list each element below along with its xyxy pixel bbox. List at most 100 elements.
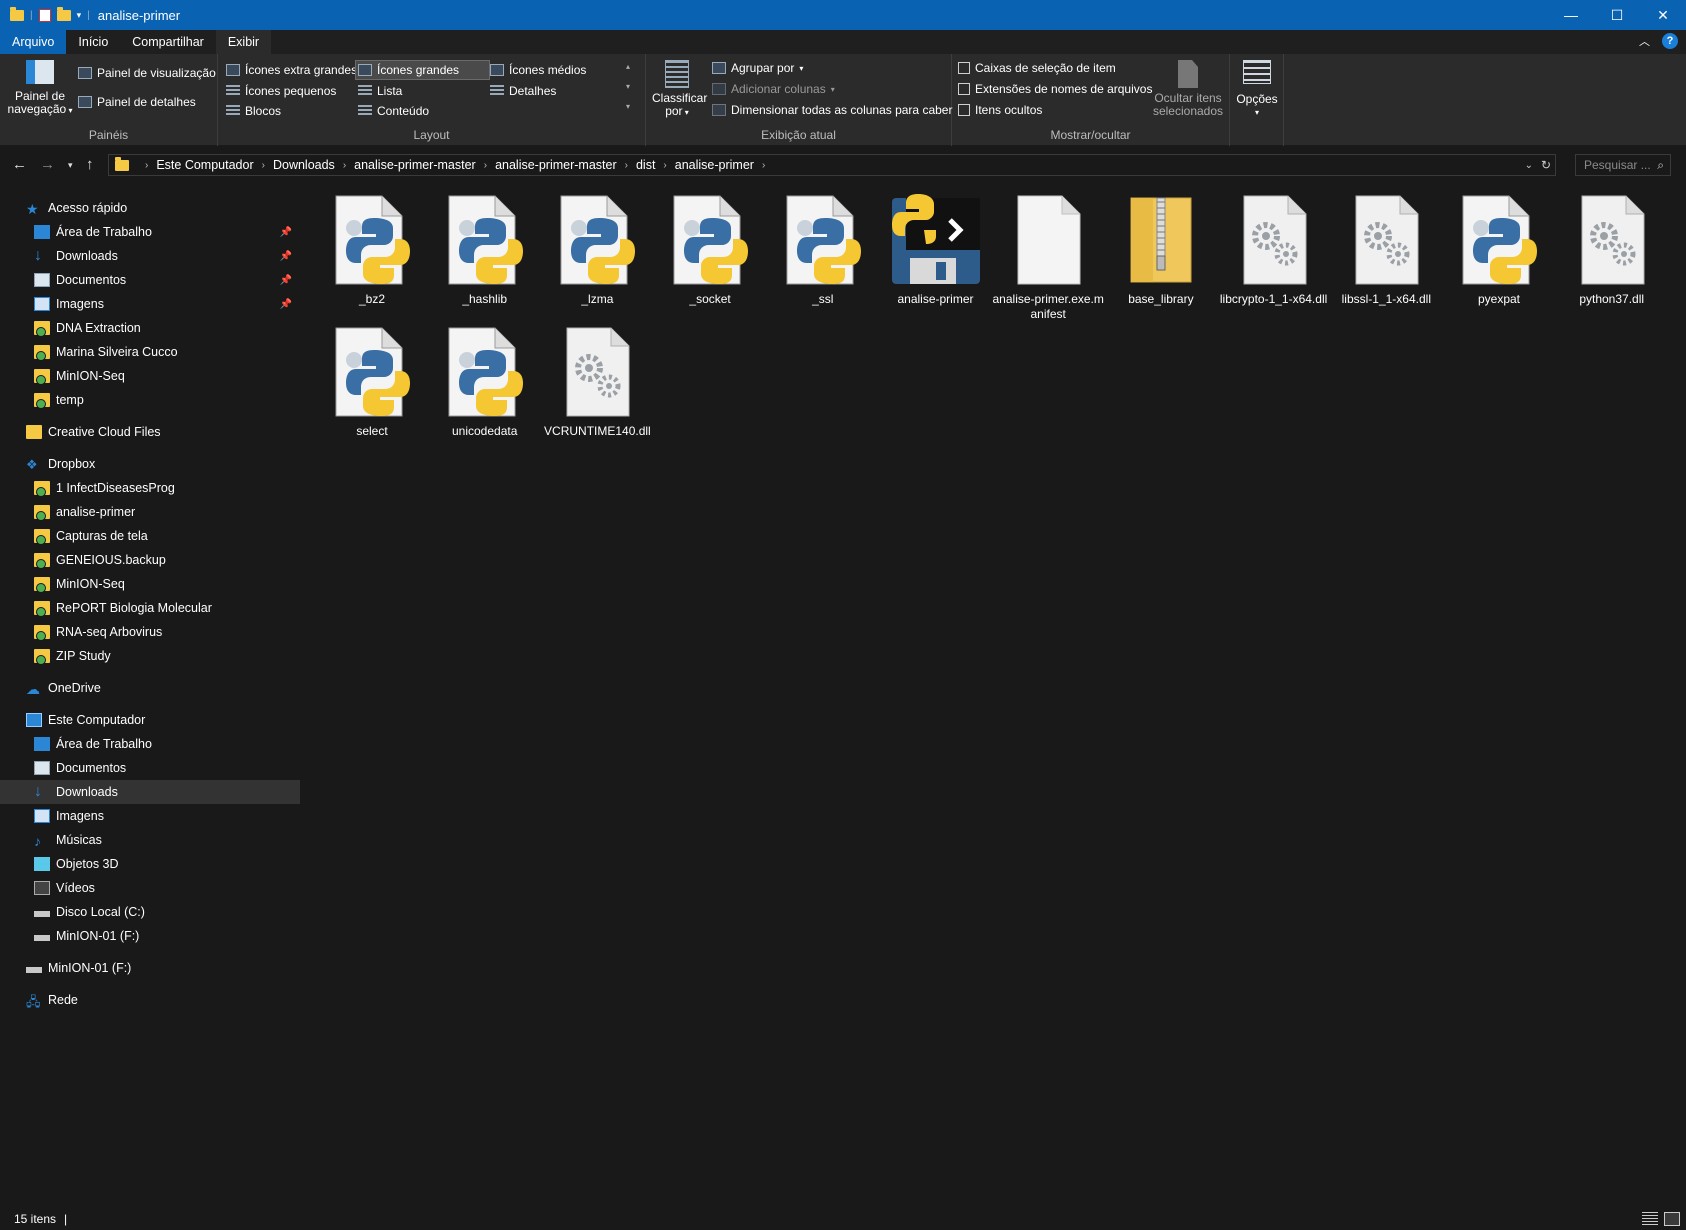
chevron-right-icon[interactable]: ›: [343, 160, 346, 171]
back-icon[interactable]: ←: [12, 156, 27, 173]
details-view-icon[interactable]: [1642, 1212, 1658, 1226]
chevron-right-icon[interactable]: ›: [262, 160, 265, 171]
nav-minion-seq[interactable]: MinION-Seq: [0, 364, 300, 388]
file-extensions-toggle[interactable]: Extensões de nomes de arquivos: [958, 82, 1152, 96]
nav-dropbox-item[interactable]: 1 InfectDiseasesProg: [0, 476, 300, 500]
address-dropdown-icon[interactable]: ⌄: [1525, 160, 1533, 171]
search-input[interactable]: Pesquisar ... ⌕: [1575, 154, 1671, 176]
tab-share[interactable]: Compartilhar: [120, 30, 216, 54]
nav-pc-minion-drive[interactable]: MinION-01 (F:): [0, 924, 300, 948]
forward-icon[interactable]: →: [40, 156, 55, 173]
breadcrumb-item[interactable]: analise-primer: [675, 158, 754, 172]
layout-content[interactable]: Conteúdo: [358, 104, 429, 118]
size-columns-button[interactable]: Dimensionar todas as colunas para caber: [712, 103, 952, 117]
layout-medium-icons[interactable]: Ícones médios: [490, 63, 586, 77]
address-bar[interactable]: › Este Computador › Downloads › analise-…: [108, 154, 1556, 176]
details-pane-button[interactable]: Painel de detalhes: [78, 95, 196, 109]
options-button[interactable]: Opções ▾: [1234, 60, 1280, 119]
nav-creative-cloud[interactable]: Creative Cloud Files: [0, 420, 300, 444]
breadcrumb-item[interactable]: Este Computador: [156, 158, 253, 172]
tab-file[interactable]: Arquivo: [0, 30, 67, 54]
file-item[interactable]: base_library: [1105, 192, 1217, 307]
nav-desktop[interactable]: Área de Trabalho 📌: [0, 220, 300, 244]
chevron-right-icon[interactable]: ›: [484, 160, 487, 171]
layout-details[interactable]: Detalhes: [490, 84, 556, 98]
collapse-ribbon-icon[interactable]: ︿: [1639, 33, 1650, 49]
nav-dropbox-item[interactable]: RePORT Biologia Molecular: [0, 596, 300, 620]
file-item[interactable]: select: [316, 324, 428, 439]
checkbox[interactable]: [958, 104, 970, 116]
nav-quick-access[interactable]: ★ Acesso rápido: [0, 196, 300, 220]
add-columns-button[interactable]: Adicionar colunas ▾: [712, 82, 835, 96]
file-item[interactable]: unicodedata: [429, 324, 541, 439]
nav-pictures[interactable]: Imagens 📌: [0, 292, 300, 316]
chevron-right-icon[interactable]: ›: [625, 160, 628, 171]
file-item[interactable]: _bz2: [316, 192, 428, 307]
file-item[interactable]: analise-primer: [880, 192, 992, 307]
file-item[interactable]: analise-primer.exe.manifest: [992, 192, 1104, 322]
new-folder-icon[interactable]: [56, 6, 71, 21]
file-item[interactable]: python37.dll: [1556, 192, 1668, 307]
file-item[interactable]: libssl-1_1-x64.dll: [1330, 192, 1442, 307]
nav-dropbox-item[interactable]: RNA-seq Arbovirus: [0, 620, 300, 644]
nav-pc-downloads[interactable]: ↓ Downloads: [0, 780, 300, 804]
nav-dropbox-item[interactable]: ZIP Study: [0, 644, 300, 668]
breadcrumb-item[interactable]: Downloads: [273, 158, 335, 172]
checkbox[interactable]: [958, 83, 970, 95]
chevron-right-icon[interactable]: ›: [663, 160, 666, 171]
minimize-button[interactable]: —: [1548, 0, 1594, 30]
file-item[interactable]: libcrypto-1_1-x64.dll: [1218, 192, 1330, 307]
nav-pc-3d-objects[interactable]: Objetos 3D: [0, 852, 300, 876]
nav-documents[interactable]: Documentos 📌: [0, 268, 300, 292]
help-icon[interactable]: ?: [1662, 33, 1678, 49]
nav-marina[interactable]: Marina Silveira Cucco: [0, 340, 300, 364]
nav-pc-music[interactable]: ♪ Músicas: [0, 828, 300, 852]
large-icons-view-icon[interactable]: [1664, 1212, 1680, 1226]
nav-pc-desktop[interactable]: Área de Trabalho: [0, 732, 300, 756]
preview-pane-button[interactable]: Painel de visualização: [78, 66, 216, 80]
layout-expand-icon[interactable]: ▾: [626, 102, 630, 111]
nav-downloads[interactable]: ↓ Downloads 📌: [0, 244, 300, 268]
nav-dropbox-item[interactable]: MinION-Seq: [0, 572, 300, 596]
layout-list[interactable]: Lista: [358, 84, 402, 98]
breadcrumb-item[interactable]: analise-primer-master: [354, 158, 476, 172]
breadcrumb-item[interactable]: analise-primer-master: [495, 158, 617, 172]
tab-home[interactable]: Início: [66, 30, 120, 54]
file-item[interactable]: _socket: [654, 192, 766, 307]
recent-locations-icon[interactable]: ▾: [68, 160, 73, 171]
layout-scroll-up-icon[interactable]: ▴: [626, 62, 630, 71]
nav-dropbox-item[interactable]: analise-primer: [0, 500, 300, 524]
layout-extra-large-icons[interactable]: Ícones extra grandes: [226, 63, 357, 77]
sort-by-button[interactable]: Classificar por ▾: [652, 60, 707, 119]
search-icon[interactable]: ⌕: [1657, 158, 1664, 173]
nav-pc-videos[interactable]: Vídeos: [0, 876, 300, 900]
nav-this-pc[interactable]: Este Computador: [0, 708, 300, 732]
up-icon[interactable]: ↑: [86, 156, 94, 173]
nav-minion-drive[interactable]: MinION-01 (F:): [0, 956, 300, 980]
nav-dropbox-item[interactable]: GENEIOUS.backup: [0, 548, 300, 572]
nav-dropbox-item[interactable]: Capturas de tela: [0, 524, 300, 548]
refresh-icon[interactable]: ↻: [1541, 158, 1551, 172]
layout-small-icons[interactable]: Ícones pequenos: [226, 84, 336, 98]
file-item[interactable]: VCRUNTIME140.dll: [541, 324, 653, 439]
breadcrumb-item[interactable]: dist: [636, 158, 655, 172]
close-button[interactable]: ✕: [1640, 0, 1686, 30]
item-checkboxes-toggle[interactable]: Caixas de seleção de item: [958, 61, 1116, 75]
nav-onedrive[interactable]: ☁ OneDrive: [0, 676, 300, 700]
maximize-button[interactable]: ☐: [1594, 0, 1640, 30]
nav-pc-documents[interactable]: Documentos: [0, 756, 300, 780]
file-item[interactable]: pyexpat: [1443, 192, 1555, 307]
checkbox[interactable]: [958, 62, 970, 74]
hidden-items-toggle[interactable]: Itens ocultos: [958, 103, 1042, 117]
file-item[interactable]: _ssl: [767, 192, 879, 307]
layout-scroll-down-icon[interactable]: ▾: [626, 82, 630, 91]
group-by-button[interactable]: Agrupar por ▾: [712, 61, 803, 75]
layout-tiles[interactable]: Blocos: [226, 104, 281, 118]
tab-view[interactable]: Exibir: [215, 30, 272, 54]
nav-dna-extraction[interactable]: DNA Extraction: [0, 316, 300, 340]
nav-temp[interactable]: temp: [0, 388, 300, 412]
properties-icon[interactable]: [38, 8, 51, 22]
nav-dropbox[interactable]: ❖ Dropbox: [0, 452, 300, 476]
chevron-right-icon[interactable]: ›: [145, 160, 148, 171]
nav-pc-pictures[interactable]: Imagens: [0, 804, 300, 828]
